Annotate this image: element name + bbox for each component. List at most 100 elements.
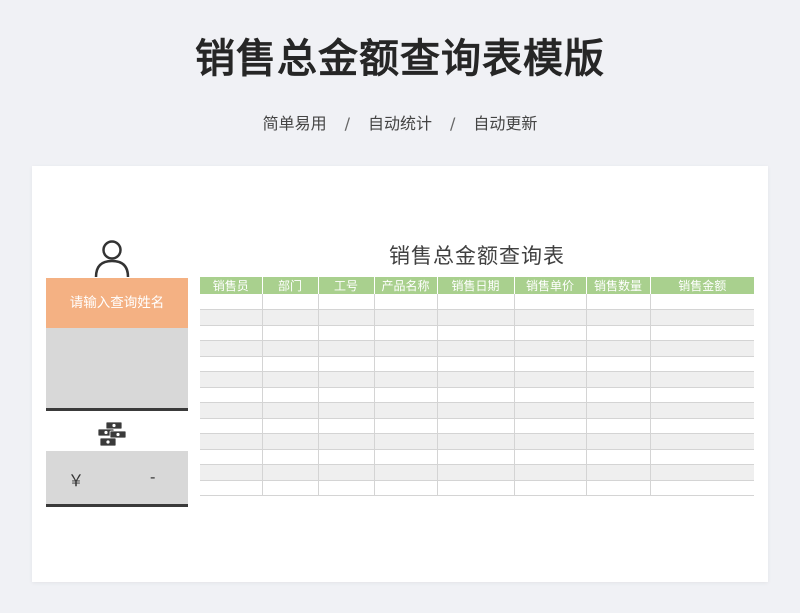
table-cell[interactable] bbox=[200, 449, 263, 465]
table-cell[interactable] bbox=[437, 418, 515, 434]
table-cell[interactable] bbox=[514, 418, 587, 434]
table-cell[interactable] bbox=[514, 294, 587, 310]
table-cell[interactable] bbox=[437, 371, 515, 388]
table-cell[interactable] bbox=[374, 480, 438, 496]
table-cell[interactable] bbox=[650, 449, 754, 465]
table-cell[interactable] bbox=[586, 371, 651, 388]
table-cell[interactable] bbox=[200, 371, 263, 388]
table-cell[interactable] bbox=[318, 371, 375, 388]
table-cell[interactable] bbox=[650, 418, 754, 434]
table-cell[interactable] bbox=[262, 309, 319, 326]
table-cell[interactable] bbox=[374, 433, 438, 450]
table-cell[interactable] bbox=[650, 294, 754, 310]
table-cell[interactable] bbox=[586, 294, 651, 310]
table-cell[interactable] bbox=[262, 464, 319, 481]
table-cell[interactable] bbox=[514, 340, 587, 357]
table-cell[interactable] bbox=[514, 480, 587, 496]
table-cell[interactable] bbox=[437, 294, 515, 310]
table-cell[interactable] bbox=[374, 449, 438, 465]
table-cell[interactable] bbox=[514, 356, 587, 372]
table-cell[interactable] bbox=[514, 371, 587, 388]
table-cell[interactable] bbox=[586, 480, 651, 496]
table-cell[interactable] bbox=[318, 449, 375, 465]
table-cell[interactable] bbox=[262, 325, 319, 341]
table-cell[interactable] bbox=[318, 340, 375, 357]
table-cell[interactable] bbox=[374, 387, 438, 403]
table-cell[interactable] bbox=[200, 309, 263, 326]
table-cell[interactable] bbox=[437, 309, 515, 326]
table-cell[interactable] bbox=[650, 371, 754, 388]
table-cell[interactable] bbox=[374, 464, 438, 481]
table-cell[interactable] bbox=[374, 294, 438, 310]
table-cell[interactable] bbox=[514, 309, 587, 326]
table-cell[interactable] bbox=[437, 480, 515, 496]
table-cell[interactable] bbox=[262, 356, 319, 372]
table-cell[interactable] bbox=[374, 402, 438, 419]
table-cell[interactable] bbox=[262, 449, 319, 465]
table-cell[interactable] bbox=[437, 387, 515, 403]
table-cell[interactable] bbox=[586, 387, 651, 403]
table-cell[interactable] bbox=[514, 449, 587, 465]
table-cell[interactable] bbox=[586, 309, 651, 326]
table-cell[interactable] bbox=[200, 418, 263, 434]
table-cell[interactable] bbox=[262, 433, 319, 450]
table-cell[interactable] bbox=[514, 464, 587, 481]
table-cell[interactable] bbox=[200, 387, 263, 403]
table-cell[interactable] bbox=[262, 294, 319, 310]
table-cell[interactable] bbox=[318, 418, 375, 434]
table-cell[interactable] bbox=[650, 402, 754, 419]
table-cell[interactable] bbox=[586, 418, 651, 434]
table-cell[interactable] bbox=[650, 356, 754, 372]
table-cell[interactable] bbox=[318, 387, 375, 403]
table-cell[interactable] bbox=[262, 371, 319, 388]
table-cell[interactable] bbox=[586, 464, 651, 481]
table-cell[interactable] bbox=[318, 294, 375, 310]
table-cell[interactable] bbox=[514, 387, 587, 403]
table-cell[interactable] bbox=[318, 356, 375, 372]
table-cell[interactable] bbox=[318, 325, 375, 341]
table-cell[interactable] bbox=[650, 464, 754, 481]
table-cell[interactable] bbox=[586, 340, 651, 357]
table-cell[interactable] bbox=[586, 356, 651, 372]
table-cell[interactable] bbox=[374, 356, 438, 372]
table-cell[interactable] bbox=[586, 449, 651, 465]
table-cell[interactable] bbox=[514, 325, 587, 341]
table-cell[interactable] bbox=[200, 402, 263, 419]
table-cell[interactable] bbox=[200, 325, 263, 341]
table-cell[interactable] bbox=[200, 480, 263, 496]
table-cell[interactable] bbox=[374, 418, 438, 434]
table-cell[interactable] bbox=[586, 402, 651, 419]
table-cell[interactable] bbox=[374, 340, 438, 357]
table-cell[interactable] bbox=[318, 433, 375, 450]
table-cell[interactable] bbox=[437, 433, 515, 450]
table-cell[interactable] bbox=[374, 325, 438, 341]
table-cell[interactable] bbox=[200, 294, 263, 310]
table-cell[interactable] bbox=[318, 464, 375, 481]
table-cell[interactable] bbox=[586, 433, 651, 450]
table-cell[interactable] bbox=[650, 480, 754, 496]
table-cell[interactable] bbox=[650, 433, 754, 450]
table-cell[interactable] bbox=[437, 449, 515, 465]
table-cell[interactable] bbox=[650, 325, 754, 341]
query-name-input[interactable] bbox=[46, 328, 188, 411]
table-cell[interactable] bbox=[650, 340, 754, 357]
table-cell[interactable] bbox=[262, 387, 319, 403]
table-cell[interactable] bbox=[262, 402, 319, 419]
table-cell[interactable] bbox=[200, 340, 263, 357]
table-cell[interactable] bbox=[437, 356, 515, 372]
table-cell[interactable] bbox=[374, 309, 438, 326]
table-cell[interactable] bbox=[437, 340, 515, 357]
table-cell[interactable] bbox=[262, 340, 319, 357]
table-cell[interactable] bbox=[262, 418, 319, 434]
table-cell[interactable] bbox=[318, 402, 375, 419]
table-cell[interactable] bbox=[514, 402, 587, 419]
table-cell[interactable] bbox=[650, 387, 754, 403]
table-cell[interactable] bbox=[374, 371, 438, 388]
table-cell[interactable] bbox=[200, 356, 263, 372]
table-cell[interactable] bbox=[650, 309, 754, 326]
table-cell[interactable] bbox=[318, 480, 375, 496]
table-cell[interactable] bbox=[200, 464, 263, 481]
table-cell[interactable] bbox=[318, 309, 375, 326]
table-cell[interactable] bbox=[262, 480, 319, 496]
table-cell[interactable] bbox=[437, 464, 515, 481]
